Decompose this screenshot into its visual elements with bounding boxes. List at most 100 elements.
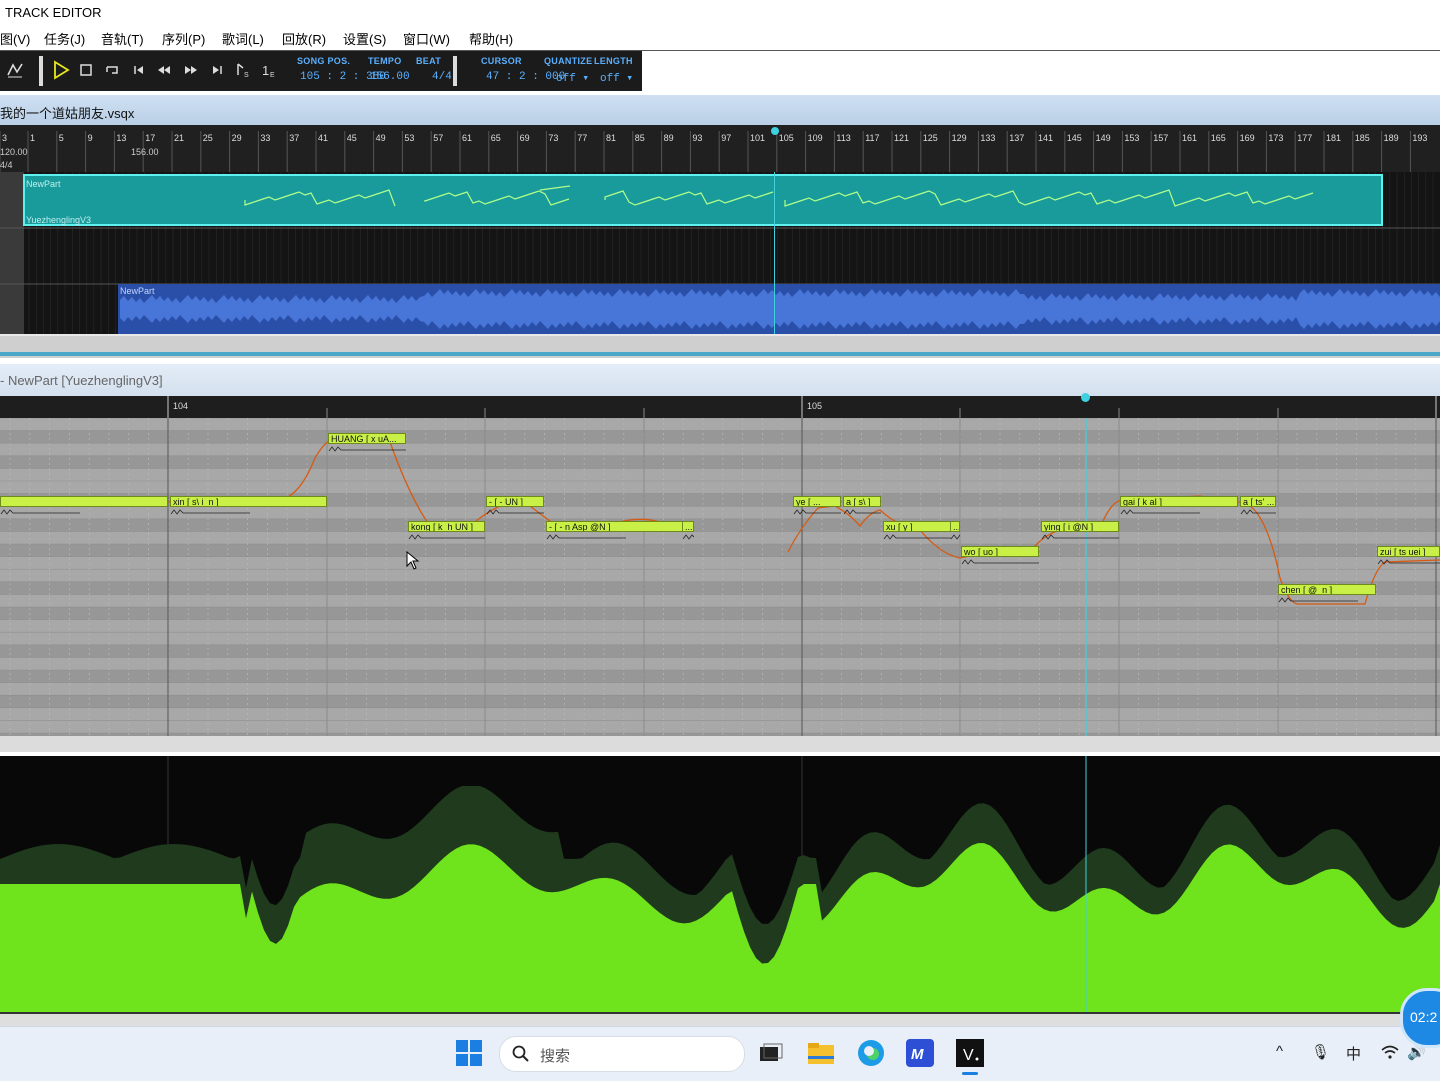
- tray-overflow-icon[interactable]: ^: [1276, 1043, 1283, 1060]
- note[interactable]: a [ s\ ]: [843, 496, 881, 507]
- goto-start-icon[interactable]: [128, 60, 150, 80]
- snap-end-icon[interactable]: 1E: [258, 60, 280, 80]
- note[interactable]: zui [ ts uei ]: [1377, 546, 1440, 557]
- note[interactable]: HUANG [ x uA...: [328, 433, 406, 444]
- arrangement-scrollbar-track: [0, 352, 1440, 356]
- menu-playback[interactable]: 回放(R): [282, 29, 326, 48]
- note-vibrato-icon: [950, 534, 960, 540]
- note[interactable]: ...: [682, 521, 694, 532]
- ruler-tick-label: 37: [289, 133, 299, 143]
- length-value: off: [600, 73, 620, 85]
- note-lyric: wo [ uo ]: [964, 547, 999, 557]
- piano-roll-header: - NewPart [YuezhenglingV3]: [0, 364, 1440, 396]
- note[interactable]: - [ - n Asp @N ]: [546, 521, 684, 532]
- note[interactable]: wo [ uo ]: [961, 546, 1039, 557]
- beat-mark: 4/4: [0, 160, 13, 170]
- piano-roll-grid[interactable]: xin [ s\ i_n ] HUANG [ x uA... kong [ k_h …: [0, 418, 1440, 736]
- ruler-tick-label: 169: [1240, 133, 1255, 143]
- wifi-icon[interactable]: [1380, 1044, 1400, 1060]
- ruler-tick-label: 1: [30, 133, 35, 143]
- beat-value[interactable]: 4/4: [432, 71, 452, 83]
- menu-job[interactable]: 任务(J): [44, 29, 85, 48]
- app-m-icon[interactable]: M: [905, 1038, 935, 1068]
- ruler-tick-label: 97: [721, 133, 731, 143]
- play-icon[interactable]: [50, 60, 72, 80]
- note[interactable]: gai [ k aI ]: [1120, 496, 1238, 507]
- note-lyric: ...: [685, 522, 693, 532]
- note-vibrato-icon: [328, 446, 406, 452]
- song-pos-label: SONG POS.: [297, 56, 351, 66]
- loop-icon[interactable]: [101, 60, 123, 80]
- svg-text:S: S: [244, 72, 249, 79]
- piano-roll-scrollbar[interactable]: [0, 736, 1440, 752]
- ruler-tick-label: 73: [548, 133, 558, 143]
- edge-browser-icon[interactable]: [856, 1038, 886, 1068]
- fast-forward-icon[interactable]: [180, 60, 202, 80]
- ruler-tick-label: 109: [808, 133, 823, 143]
- note-vibrato-icon: [843, 509, 881, 515]
- note-lyric: a [ s\ ]: [846, 497, 871, 507]
- ruler-tick-label: 125: [923, 133, 938, 143]
- snap-start-icon[interactable]: S: [232, 60, 254, 80]
- control-track-area[interactable]: [0, 756, 1440, 1012]
- vocaloid-app-icon[interactable]: V: [955, 1038, 985, 1068]
- note[interactable]: ...: [950, 521, 960, 532]
- ruler-tick-label: 137: [1009, 133, 1024, 143]
- task-view-icon[interactable]: [756, 1038, 786, 1068]
- menu-view[interactable]: 图(V): [0, 29, 30, 48]
- note[interactable]: - [ - UN ]: [486, 496, 544, 507]
- mode-icon[interactable]: [4, 60, 26, 80]
- note[interactable]: ye [ ...: [793, 496, 841, 507]
- ruler-tick-label: 69: [520, 133, 530, 143]
- arrangement-header: 我的一个道姑朋友.vsqx: [0, 95, 1440, 125]
- length-label: LENGTH: [594, 56, 633, 66]
- menu-part[interactable]: 序列(P): [162, 29, 205, 48]
- svg-text:1: 1: [262, 63, 269, 78]
- arrangement-ruler[interactable]: 3 1 5 9 13 17 21 25 29 33 37 41 45 49 53 57 61 65 69 73 77 81…: [0, 125, 1440, 172]
- playhead-line[interactable]: [774, 172, 775, 334]
- windows-start-icon[interactable]: [454, 1038, 484, 1068]
- note-vibrato-icon: [486, 509, 544, 515]
- tempo-value[interactable]: 156.00: [370, 71, 410, 83]
- ruler-tick-label: 13: [116, 133, 126, 143]
- microphone-icon[interactable]: 🎙: [1311, 1043, 1330, 1061]
- note[interactable]: [0, 496, 168, 507]
- vocal-part[interactable]: NewPart YuezhenglingV3: [23, 174, 1383, 226]
- note-lyric: - [ - UN ]: [489, 497, 523, 507]
- goto-end-icon[interactable]: [206, 60, 228, 80]
- ruler-tick-label: 145: [1067, 133, 1082, 143]
- playhead-handle[interactable]: [771, 127, 779, 135]
- stop-icon[interactable]: [75, 60, 97, 80]
- piano-roll-playhead-handle[interactable]: [1081, 393, 1090, 402]
- menu-lyrics[interactable]: 歌词(L): [222, 29, 264, 48]
- note-vibrato-icon: [170, 509, 250, 515]
- note[interactable]: xu [ y ]: [883, 521, 951, 532]
- note-vibrato-icon: [546, 534, 626, 540]
- length-dropdown[interactable]: off ▾: [600, 71, 633, 85]
- note-vibrato-icon: [1377, 559, 1440, 565]
- menu-track[interactable]: 音轨(T): [101, 29, 144, 48]
- ruler-tick-label: 113: [836, 133, 850, 143]
- menu-window[interactable]: 窗口(W): [403, 29, 450, 48]
- note-vibrato-icon: [0, 509, 80, 515]
- quantize-dropdown[interactable]: off ▾: [556, 71, 589, 85]
- window-title: TRACK EDITOR: [5, 5, 102, 20]
- floating-clock-widget[interactable]: 02:2: [1400, 988, 1440, 1048]
- bar-label-105: 105: [807, 401, 823, 411]
- tempo-label: TEMPO: [368, 56, 402, 66]
- note[interactable]: a [ ts' ...: [1240, 496, 1276, 507]
- piano-roll-ruler[interactable]: 104 105: [0, 396, 1440, 418]
- note[interactable]: chen [ @_n ]: [1278, 584, 1376, 595]
- input-method-indicator[interactable]: 中: [1346, 1043, 1361, 1064]
- arrangement-tracks[interactable]: NewPart YuezhenglingV3 NewPart: [0, 172, 1440, 334]
- file-explorer-icon[interactable]: [806, 1038, 836, 1068]
- svg-text:M: M: [911, 1046, 924, 1063]
- note[interactable]: xin [ s\ i_n ]: [170, 496, 327, 507]
- note[interactable]: kong [ k_h UN ]: [408, 521, 485, 532]
- taskbar-search-input[interactable]: 搜索: [499, 1036, 745, 1072]
- note[interactable]: ying [ i @N ]: [1041, 521, 1119, 532]
- rewind-icon[interactable]: [153, 60, 175, 80]
- ruler-tick-label: 61: [462, 133, 472, 143]
- menu-settings[interactable]: 设置(S): [343, 29, 386, 48]
- menu-help[interactable]: 帮助(H): [469, 29, 513, 48]
